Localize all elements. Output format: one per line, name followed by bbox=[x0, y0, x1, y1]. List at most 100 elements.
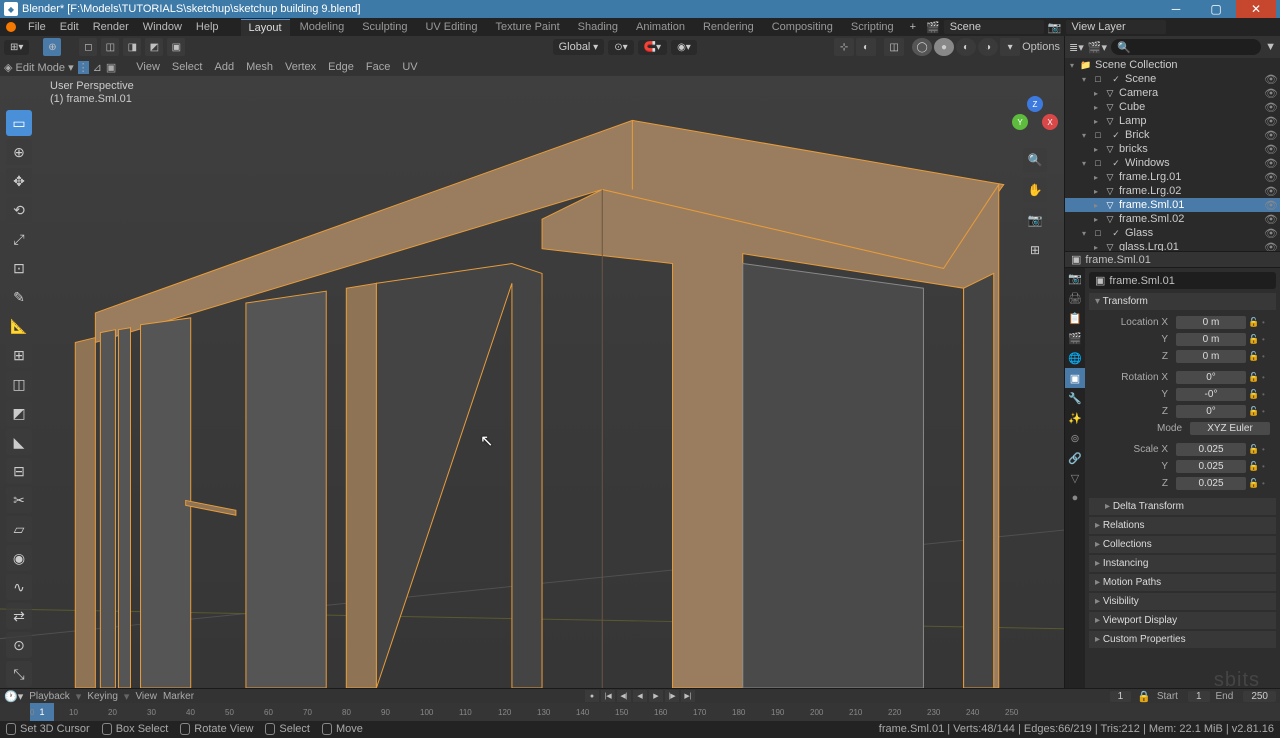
outliner-row[interactable]: ▸▽frame.Sml.01👁 bbox=[1065, 198, 1280, 212]
visibility-toggle[interactable]: 👁 bbox=[1264, 185, 1278, 198]
jump-start[interactable]: |◀ bbox=[601, 690, 615, 702]
timeline-playback[interactable]: Playback bbox=[29, 691, 70, 702]
orientation-dropdown[interactable]: Global ▾ bbox=[553, 39, 605, 55]
outliner-row[interactable]: ▸▽frame.Lrg.01👁 bbox=[1065, 170, 1280, 184]
visibility-toggle[interactable]: 👁 bbox=[1264, 101, 1278, 114]
workspace-animation[interactable]: Animation bbox=[628, 19, 693, 35]
tab-physics[interactable]: ⊚ bbox=[1065, 428, 1085, 448]
scale-z-field[interactable]: 0.025 bbox=[1176, 477, 1246, 490]
tab-viewlayer[interactable]: 📋 bbox=[1065, 308, 1085, 328]
current-frame-field[interactable]: 1 bbox=[1110, 691, 1132, 702]
shading-rendered[interactable]: ◑ bbox=[978, 38, 998, 56]
sel-icon-5[interactable]: ▣ bbox=[167, 38, 185, 56]
tool-rip[interactable]: ⤡ bbox=[6, 661, 32, 687]
visibility-toggle[interactable]: 👁 bbox=[1264, 213, 1278, 226]
selmode-vertex[interactable]: ⋮ bbox=[78, 61, 89, 74]
minimize-button[interactable]: ─ bbox=[1156, 0, 1196, 18]
viewport-canvas[interactable] bbox=[0, 76, 1064, 688]
rot-z-field[interactable]: 0° bbox=[1176, 405, 1246, 418]
workspace-texturepaint[interactable]: Texture Paint bbox=[487, 19, 567, 35]
timeline-keying[interactable]: Keying bbox=[87, 691, 118, 702]
tool-select[interactable]: ▭ bbox=[6, 110, 32, 136]
panel-transform-header[interactable]: Transform bbox=[1089, 293, 1276, 310]
workspace-modeling[interactable]: Modeling bbox=[292, 19, 353, 35]
workspace-uvediting[interactable]: UV Editing bbox=[417, 19, 485, 35]
menu-view[interactable]: View bbox=[132, 60, 164, 74]
sel-icon-1[interactable]: ◻ bbox=[79, 38, 97, 56]
viewlayer-selector[interactable]: View Layer bbox=[1066, 20, 1166, 34]
visibility-toggle[interactable]: 👁 bbox=[1264, 171, 1278, 184]
perspective-toggle[interactable]: ⊞ bbox=[1023, 238, 1047, 262]
timeline[interactable]: 🕐▾ Playback▾ Keying▾ View Marker ● |◀ ◀|… bbox=[0, 688, 1280, 720]
outliner-row[interactable]: ▾□✓Windows👁 bbox=[1065, 156, 1280, 170]
object-name-field[interactable]: ▣ frame.Sml.01 bbox=[1089, 272, 1276, 289]
outliner-row[interactable]: ▾□✓Brick👁 bbox=[1065, 128, 1280, 142]
outliner-view-icon[interactable]: 🎬▾ bbox=[1088, 41, 1107, 54]
start-frame-field[interactable]: 1 bbox=[1188, 691, 1210, 702]
options-dropdown[interactable]: Options bbox=[1022, 41, 1060, 53]
xray-toggle[interactable]: ◫ bbox=[884, 38, 904, 56]
outliner-row[interactable]: ▸▽Cube👁 bbox=[1065, 100, 1280, 114]
outliner-search[interactable]: 🔍 bbox=[1111, 39, 1261, 55]
timeline-marker[interactable]: Marker bbox=[163, 691, 194, 702]
jump-prevkey[interactable]: ◀| bbox=[617, 690, 631, 702]
tab-mesh[interactable]: ▽ bbox=[1065, 468, 1085, 488]
rot-x-field[interactable]: 0° bbox=[1176, 371, 1246, 384]
sel-icon-2[interactable]: ◫ bbox=[101, 38, 119, 56]
navigation-gizmo[interactable]: Z Y X bbox=[1012, 96, 1058, 142]
visibility-toggle[interactable]: 👁 bbox=[1264, 227, 1278, 240]
tool-move[interactable]: ✥ bbox=[6, 168, 32, 194]
sel-icon-4[interactable]: ◩ bbox=[145, 38, 163, 56]
workspace-rendering[interactable]: Rendering bbox=[695, 19, 762, 35]
propedit-dropdown[interactable]: ◉▾ bbox=[671, 40, 697, 55]
tab-object[interactable]: ▣ bbox=[1065, 368, 1085, 388]
menu-edge[interactable]: Edge bbox=[324, 60, 358, 74]
shading-solid[interactable]: ● bbox=[934, 38, 954, 56]
tab-modifiers[interactable]: 🔧 bbox=[1065, 388, 1085, 408]
tool-spin[interactable]: ◉ bbox=[6, 545, 32, 571]
tool-polybuild[interactable]: ▱ bbox=[6, 516, 32, 542]
outliner-row[interactable]: ▸▽glass.Lrg.01👁 bbox=[1065, 240, 1280, 252]
scale-y-field[interactable]: 0.025 bbox=[1176, 460, 1246, 473]
tool-extrude[interactable]: ◫ bbox=[6, 371, 32, 397]
tool-edgeslide[interactable]: ⇄ bbox=[6, 603, 32, 629]
menu-render[interactable]: Render bbox=[87, 19, 135, 35]
menu-mesh[interactable]: Mesh bbox=[242, 60, 277, 74]
rot-y-field[interactable]: -0° bbox=[1176, 388, 1246, 401]
jump-end[interactable]: ▶| bbox=[681, 690, 695, 702]
tab-output[interactable]: 🖨 bbox=[1065, 288, 1085, 308]
visibility-toggle[interactable]: 👁 bbox=[1264, 73, 1278, 86]
loc-x-field[interactable]: 0 m bbox=[1176, 316, 1246, 329]
outliner-row[interactable]: ▸▽Lamp👁 bbox=[1065, 114, 1280, 128]
tool-measure[interactable]: 📐 bbox=[6, 313, 32, 339]
visibility-toggle[interactable]: 👁 bbox=[1264, 241, 1278, 253]
outliner-row[interactable]: ▸▽bricks👁 bbox=[1065, 142, 1280, 156]
menu-file[interactable]: File bbox=[22, 19, 52, 35]
tool-transform[interactable]: ⊡ bbox=[6, 255, 32, 281]
menu-window[interactable]: Window bbox=[137, 19, 188, 35]
rotation-mode[interactable]: XYZ Euler bbox=[1190, 422, 1270, 435]
camera-view-button[interactable]: 📷 bbox=[1023, 208, 1047, 232]
outliner-row[interactable]: ▸▽frame.Sml.02👁 bbox=[1065, 212, 1280, 226]
autokey-toggle[interactable]: ● bbox=[585, 690, 599, 702]
tab-scene[interactable]: 🎬 bbox=[1065, 328, 1085, 348]
tab-constraints[interactable]: 🔗 bbox=[1065, 448, 1085, 468]
tool-smooth[interactable]: ∿ bbox=[6, 574, 32, 600]
visibility-toggle[interactable]: 👁 bbox=[1264, 129, 1278, 142]
tab-particles[interactable]: ✨ bbox=[1065, 408, 1085, 428]
outliner-row-scenecollection[interactable]: ▾📁 Scene Collection bbox=[1065, 58, 1280, 72]
outliner-row[interactable]: ▸▽Camera👁 bbox=[1065, 86, 1280, 100]
sel-icon-3[interactable]: ◨ bbox=[123, 38, 141, 56]
workspace-compositing[interactable]: Compositing bbox=[764, 19, 841, 35]
tool-rotate[interactable]: ⟲ bbox=[6, 197, 32, 223]
visibility-toggle[interactable]: 👁 bbox=[1264, 157, 1278, 170]
timeline-view[interactable]: View bbox=[135, 691, 157, 702]
shading-wireframe[interactable]: ◯ bbox=[912, 38, 932, 56]
visibility-toggle[interactable]: 👁 bbox=[1264, 143, 1278, 156]
overlay-toggle[interactable]: ◐ bbox=[856, 38, 876, 56]
menu-edit[interactable]: Edit bbox=[54, 19, 85, 35]
visibility-toggle[interactable]: 👁 bbox=[1264, 87, 1278, 100]
loc-z-field[interactable]: 0 m bbox=[1176, 350, 1246, 363]
editor-type-dropdown[interactable]: ⊞▾ bbox=[4, 40, 29, 55]
visibility-toggle[interactable]: 👁 bbox=[1264, 115, 1278, 128]
